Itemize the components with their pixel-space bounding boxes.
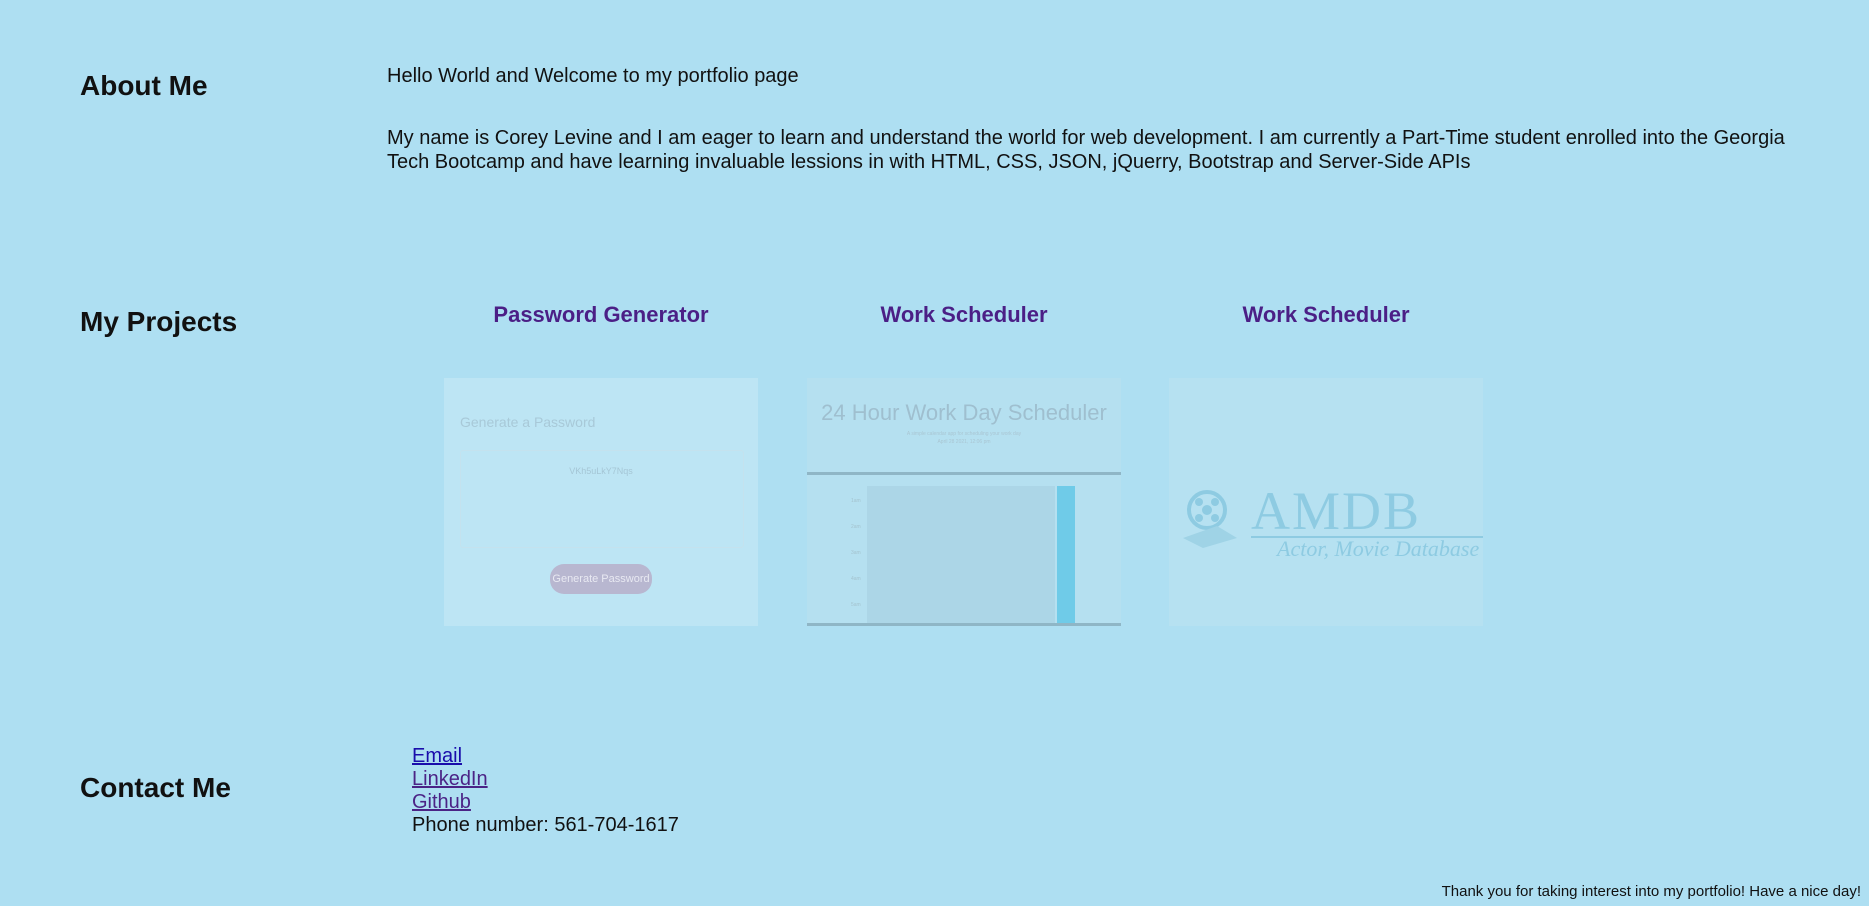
film-reel-icon (1183, 490, 1237, 548)
footer-message: Thank you for taking interest into my po… (1441, 883, 1861, 900)
thumb-heading: 24 Hour Work Day Scheduler (821, 400, 1107, 425)
project-card-password-generator: Password Generator Generate a Password V… (444, 302, 758, 626)
thumb-divider (807, 472, 1121, 475)
about-intro: Hello World and Welcome to my portfolio … (387, 65, 799, 87)
project-thumbnail[interactable]: AMDB Actor, Movie Database (1169, 378, 1483, 626)
thumb-generate-button: Generate Password (550, 564, 652, 594)
thumb-password-box (460, 450, 744, 548)
project-card-work-scheduler: Work Scheduler 24 Hour Work Day Schedule… (807, 302, 1121, 626)
thumb-hour: 3am (851, 550, 861, 556)
phone-number: Phone number: 561-704-1617 (412, 814, 679, 836)
email-link[interactable]: Email (412, 745, 679, 768)
thumb-hour: 2am (851, 524, 861, 530)
about-title: About Me (80, 70, 208, 101)
about-bio: My name is Corey Levine and I am eager t… (387, 127, 1785, 173)
project-title-link[interactable]: Work Scheduler (807, 302, 1121, 332)
github-link[interactable]: Github (412, 791, 679, 814)
project-title-link[interactable]: Password Generator (444, 302, 758, 332)
project-title-link[interactable]: Work Scheduler (1169, 302, 1483, 332)
thumb-logo-subtitle: Actor, Movie Database (1277, 536, 1480, 561)
thumb-date: April 28 2021, 12:06 pm (937, 439, 991, 445)
about-body: Hello World and Welcome to my portfolio … (387, 64, 1807, 174)
thumb-hour: 4am (851, 576, 861, 582)
project-card-amdb: Work Scheduler AMDB Actor, Movie Databas… (1169, 302, 1483, 626)
project-thumbnail[interactable]: Generate a Password VKh5uLkY7Nqs Generat… (444, 378, 758, 626)
thumb-grid (867, 486, 1055, 626)
portfolio-page: About Me Hello World and Welcome to my p… (0, 0, 1869, 906)
contact-title: Contact Me (80, 772, 231, 803)
thumb-logo-text: AMDB (1251, 481, 1422, 541)
thumb-divider (807, 623, 1121, 626)
contact-list: Email LinkedIn Github Phone number: 561-… (412, 745, 679, 837)
projects-title: My Projects (80, 306, 238, 337)
thumb-password-text: VKh5uLkY7Nqs (569, 466, 633, 476)
project-thumbnail[interactable]: 24 Hour Work Day Scheduler A simple cale… (807, 378, 1121, 626)
thumb-hour: 1am (851, 498, 861, 504)
thumb-subtitle-text: A simple calendar app for scheduling you… (906, 431, 1022, 437)
thumb-save-column (1057, 486, 1075, 626)
thumb-heading: Generate a Password (460, 414, 596, 430)
thumb-hour: 5am (851, 602, 861, 608)
thumb-subtitle: A simple calendar app for scheduling you… (807, 430, 1121, 446)
linkedin-link[interactable]: LinkedIn (412, 768, 679, 791)
